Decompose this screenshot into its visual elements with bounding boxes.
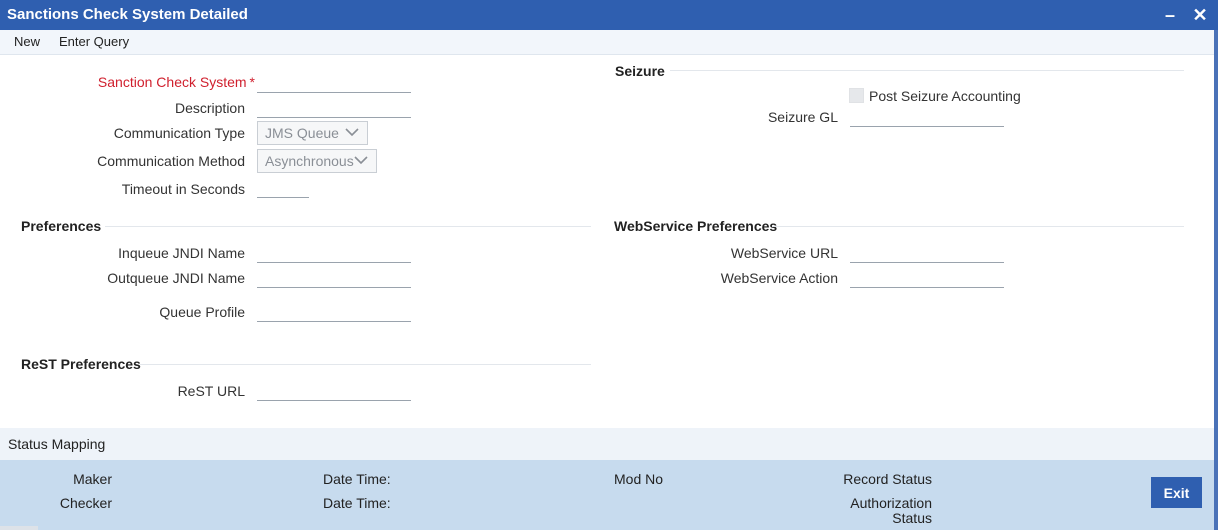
webservice-preferences-section-title: WebService Preferences [614, 218, 778, 234]
webservice-url-input[interactable] [850, 239, 1004, 263]
sanction-check-system-label: Sanction Check System * [98, 74, 255, 90]
rest-url-label: ReST URL [177, 383, 245, 399]
seizure-section-title: Seizure [615, 63, 665, 79]
window-title-bar: Sanctions Check System Detailed – ✕ [0, 0, 1218, 30]
seizure-gl-label: Seizure GL [767, 109, 838, 125]
enter-query-menu-item[interactable]: Enter Query [59, 34, 129, 49]
queue-profile-label: Queue Profile [159, 304, 245, 320]
status-mapping-bar[interactable]: Status Mapping [0, 428, 1218, 460]
chevron-down-icon [354, 156, 368, 165]
inqueue-jndi-input[interactable] [257, 239, 411, 263]
record-status-label: Record Status [843, 471, 932, 487]
description-input[interactable] [257, 94, 411, 118]
seizure-gl-input[interactable] [850, 103, 1004, 127]
maker-label: Maker [73, 471, 112, 487]
webservice-action-label: WebService Action [720, 270, 838, 286]
bottom-tab-stub [0, 526, 38, 530]
status-mapping-label: Status Mapping [8, 436, 106, 452]
menu-bar: New Enter Query [0, 30, 1218, 55]
required-star: * [249, 74, 255, 90]
authorization-status-label-line2: Status [892, 510, 932, 526]
rest-preferences-divider [140, 364, 591, 365]
maker-date-time-label: Date Time: [323, 471, 391, 487]
preferences-section-title: Preferences [21, 218, 102, 234]
webservice-preferences-divider [772, 226, 1184, 227]
exit-button[interactable]: Exit [1151, 477, 1202, 508]
description-label: Description [174, 100, 245, 116]
seizure-divider [670, 70, 1184, 71]
webservice-url-label: WebService URL [730, 245, 838, 261]
sanction-check-system-input[interactable] [257, 69, 411, 93]
post-seizure-accounting-label: Post Seizure Accounting [869, 88, 1021, 104]
timeout-label: Timeout in Seconds [121, 181, 245, 197]
communication-type-label: Communication Type [113, 125, 245, 141]
outqueue-jndi-input[interactable] [257, 264, 411, 288]
close-icon[interactable]: ✕ [1190, 4, 1210, 26]
communication-type-select[interactable]: JMS Queue [257, 121, 368, 145]
rest-url-input[interactable] [257, 377, 411, 401]
inqueue-jndi-label: Inqueue JNDI Name [118, 245, 245, 261]
window-right-border [1214, 30, 1218, 530]
preferences-divider [105, 226, 591, 227]
checker-label: Checker [59, 495, 112, 511]
sanction-check-system-label-text: Sanction Check System [97, 74, 247, 90]
timeout-input[interactable] [257, 174, 309, 198]
post-seizure-accounting-checkbox[interactable] [849, 88, 864, 103]
mod-no-label: Mod No [614, 471, 664, 487]
audit-footer [0, 460, 1218, 530]
chevron-down-icon [345, 128, 359, 137]
window-title: Sanctions Check System Detailed [7, 6, 248, 23]
rest-preferences-section-title: ReST Preferences [21, 356, 141, 372]
communication-type-value: JMS Queue [265, 125, 339, 141]
authorization-status-label-line1: Authorization [850, 495, 932, 511]
outqueue-jndi-label: Outqueue JNDI Name [107, 270, 245, 286]
communication-method-value: Asynchronous [265, 153, 354, 169]
queue-profile-input[interactable] [257, 298, 411, 322]
new-menu-item[interactable]: New [14, 34, 40, 49]
webservice-action-input[interactable] [850, 264, 1004, 288]
minimize-icon[interactable]: – [1160, 4, 1180, 26]
communication-method-label: Communication Method [97, 153, 245, 169]
checker-date-time-label: Date Time: [323, 495, 391, 511]
communication-method-select[interactable]: Asynchronous [257, 149, 377, 173]
